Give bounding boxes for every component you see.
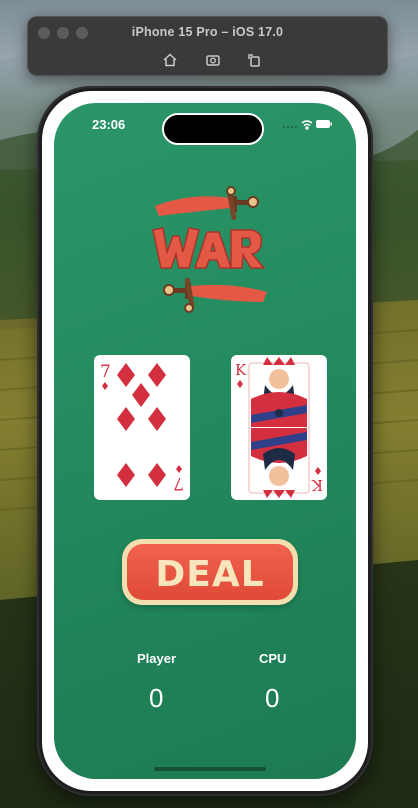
window-title: iPhone 15 Pro – iOS 17.0 [131,25,284,39]
app-screen: 23:06 7 7 K K DEAL Player CPU 0 0 [54,103,356,779]
cpu-label: CPU [259,651,287,666]
iphone-frame: 23:06 7 7 K K DEAL Player CPU 0 0 [37,86,373,796]
card-rank-top: K [235,361,247,379]
phone-bezel: 23:06 7 7 K K DEAL Player CPU 0 0 [42,91,368,791]
player-score: 0 [149,683,164,713]
wifi-icon [301,120,313,130]
deal-button[interactable]: DEAL [122,539,298,605]
war-logo [152,186,267,313]
status-time: 23:06 [92,117,126,132]
sword-bottom-icon [163,278,267,313]
player-card: 7 7 [94,355,190,500]
king-of-diamonds-card: K K [235,357,323,498]
dynamic-island [162,113,264,145]
battery-icon [316,120,332,128]
rotate-icon[interactable] [246,52,262,68]
status-icons [282,120,332,130]
king-figure-icon [248,357,310,498]
home-indicator[interactable] [154,767,266,771]
home-icon[interactable] [162,52,178,68]
card-rank-bottom: 7 [173,473,184,493]
seven-of-diamonds-card: 7 7 [100,362,184,493]
sword-top-icon [155,186,259,220]
card-rank-bottom: K [311,476,323,494]
card-rank-top: 7 [100,362,111,382]
war-letters [152,227,266,269]
cpu-card: K K [231,355,327,500]
cpu-score: 0 [265,683,280,713]
deal-button-face: DEAL [127,544,293,600]
screenshot-icon[interactable] [205,52,221,68]
simulator-titlebar: iPhone 15 Pro – iOS 17.0 [27,16,388,76]
player-label: Player [137,651,177,666]
deal-label: DEAL [155,554,265,595]
signal-icon [282,125,298,129]
